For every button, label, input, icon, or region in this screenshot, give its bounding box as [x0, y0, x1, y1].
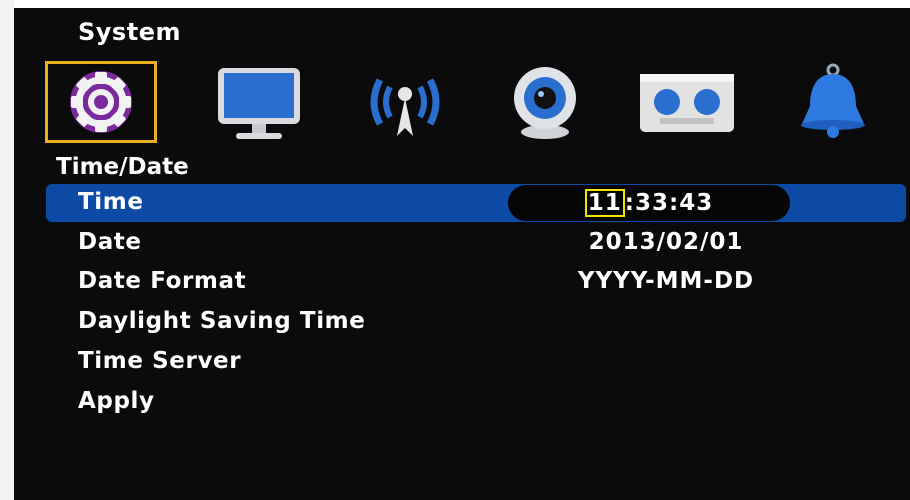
date-format-value[interactable]: YYYY-MM-DD — [516, 268, 816, 294]
storage-icon[interactable] — [630, 62, 740, 142]
apply-label: Apply — [78, 388, 155, 414]
time-server-row[interactable]: Time Server — [46, 343, 906, 381]
date-value[interactable]: 2013/02/01 — [516, 229, 816, 255]
left-border — [0, 0, 14, 500]
dvr-menu-screen: System Time/Date Time 11:33:43 Date 201… — [14, 8, 910, 500]
network-icon[interactable] — [350, 62, 460, 142]
time-value[interactable]: 11:33:43 — [508, 189, 790, 217]
time-server-label: Time Server — [78, 348, 242, 374]
dst-label: Daylight Saving Time — [78, 308, 366, 334]
date-label: Date — [78, 229, 142, 255]
section-title: Time/Date — [56, 154, 189, 180]
time-minutes-seconds[interactable]: :33:43 — [625, 190, 713, 216]
menu-title: System — [78, 18, 181, 46]
bell-icon[interactable] — [778, 62, 888, 142]
time-row[interactable]: Time 11:33:43 — [46, 184, 906, 222]
date-format-row[interactable]: Date Format YYYY-MM-DD — [46, 263, 906, 301]
gear-icon[interactable] — [45, 61, 157, 143]
monitor-icon[interactable] — [200, 62, 310, 142]
time-hour-field[interactable]: 11 — [584, 189, 625, 217]
time-label: Time — [78, 189, 144, 215]
webcam-icon[interactable] — [490, 62, 600, 142]
date-format-label: Date Format — [78, 268, 247, 294]
dst-row[interactable]: Daylight Saving Time — [46, 303, 906, 341]
date-row[interactable]: Date 2013/02/01 — [46, 224, 906, 262]
apply-row[interactable]: Apply — [46, 383, 906, 421]
